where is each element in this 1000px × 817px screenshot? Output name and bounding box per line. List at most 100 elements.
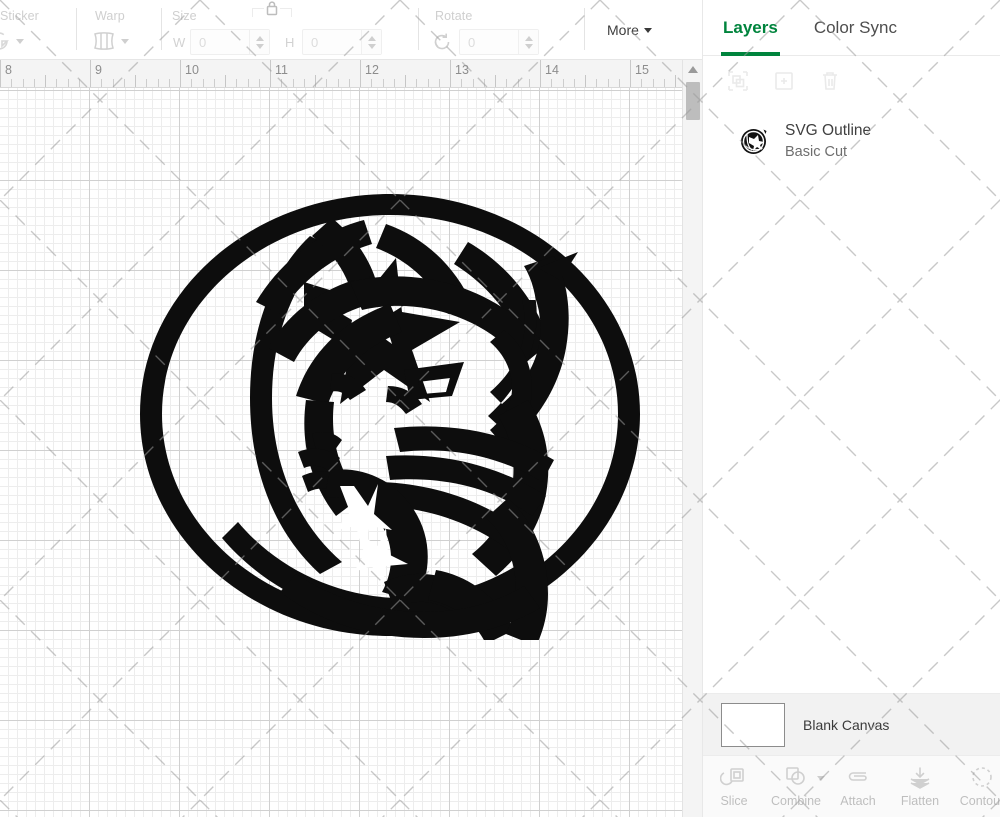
- rotate-field-wrapper[interactable]: [459, 29, 539, 55]
- size-lock-group: [252, 0, 292, 17]
- ruler-minor-tick: [304, 79, 305, 87]
- attach-icon: [844, 762, 872, 792]
- ruler-minor-tick: [259, 79, 260, 87]
- toolbar-divider-2: [161, 8, 162, 50]
- ruler-minor-tick: [551, 79, 552, 87]
- top-toolbar: Sticker Warp Size W 0 H 0 Rotate 0 More: [0, 0, 702, 60]
- tool-flatten-button[interactable]: Flatten: [889, 762, 951, 808]
- width-stepper[interactable]: [249, 30, 269, 54]
- warp-label: Warp: [95, 9, 125, 23]
- horizontal-ruler[interactable]: 8 9 10 11 12 13 14 15: [0, 60, 682, 88]
- tab-color-sync[interactable]: Color Sync: [814, 0, 897, 56]
- ruler-major-tick: [360, 60, 361, 87]
- ruler-minor-tick: [68, 79, 69, 87]
- toolbar-group-sticker: Sticker: [0, 0, 66, 60]
- ruler-minor-tick: [506, 79, 507, 87]
- tool-attach-button[interactable]: Attach: [827, 762, 889, 808]
- height-step-up-icon[interactable]: [367, 35, 376, 41]
- ruler-minor-tick: [281, 79, 282, 87]
- ruler-minor-tick: [383, 79, 384, 87]
- ruler-minor-tick: [203, 79, 204, 87]
- ruler-minor-tick: [158, 79, 159, 87]
- height-step-down-icon[interactable]: [367, 43, 376, 49]
- ruler-minor-tick: [484, 79, 485, 87]
- ruler-minor-tick: [529, 79, 530, 87]
- rotate-step-down-icon[interactable]: [524, 43, 533, 49]
- ruler-minor-tick: [236, 79, 237, 87]
- rotate-step-up-icon[interactable]: [524, 35, 533, 41]
- tool-combine-button[interactable]: Combine: [765, 762, 827, 808]
- ruler-minor-tick: [23, 79, 24, 87]
- lock-icon[interactable]: [264, 0, 280, 17]
- tool-label: Combine: [770, 794, 822, 808]
- rotate-stepper[interactable]: [518, 30, 538, 54]
- ruler-minor-tick: [248, 79, 249, 87]
- rotate-label: Rotate: [435, 9, 473, 23]
- ruler-tick-label: 9: [95, 63, 102, 77]
- combine-chevron-down-icon[interactable]: [817, 776, 825, 781]
- height-field-wrapper[interactable]: [302, 29, 382, 55]
- design-canvas[interactable]: [0, 88, 682, 817]
- ruler-minor-tick: [675, 75, 676, 87]
- sticker-icon[interactable]: [0, 29, 12, 53]
- scrollbar-thumb[interactable]: [686, 82, 700, 120]
- ruler-tick-label: 8: [5, 63, 12, 77]
- ruler-minor-tick: [495, 75, 496, 87]
- ruler-minor-tick: [439, 79, 440, 87]
- height-input[interactable]: [303, 30, 361, 54]
- tab-color-sync-label: Color Sync: [813, 17, 897, 37]
- toolbar-divider-4: [584, 8, 585, 50]
- trash-icon[interactable]: [817, 68, 843, 94]
- ruler-minor-tick: [315, 75, 316, 87]
- width-step-down-icon[interactable]: [255, 43, 264, 49]
- flatten-icon: [906, 762, 934, 792]
- canvas-color-swatch[interactable]: [721, 702, 785, 747]
- ruler-minor-tick: [574, 79, 575, 87]
- tool-contour-button[interactable]: Contour: [951, 762, 1000, 808]
- ruler-minor-tick: [585, 75, 586, 87]
- ruler-minor-tick: [428, 79, 429, 87]
- ruler-major-tick: [630, 60, 631, 87]
- rotate-input[interactable]: [460, 30, 518, 54]
- ruler-minor-tick: [473, 79, 474, 87]
- slice-icon: [720, 762, 748, 792]
- more-button[interactable]: More: [607, 22, 652, 38]
- ruler-tick-label: 11: [275, 63, 288, 77]
- tab-layers[interactable]: Layers: [721, 0, 780, 56]
- duplicate-icon[interactable]: [725, 68, 751, 94]
- ruler-minor-tick: [293, 79, 294, 87]
- ruler-minor-tick: [214, 79, 215, 87]
- sticker-chevron-down-icon[interactable]: [16, 38, 24, 44]
- width-input[interactable]: [191, 30, 249, 54]
- tool-label: Contour: [959, 794, 1000, 808]
- warp-chevron-down-icon[interactable]: [121, 38, 129, 44]
- width-field-wrapper[interactable]: [190, 29, 270, 55]
- width-label: W: [173, 34, 186, 50]
- add-square-icon[interactable]: [771, 68, 797, 94]
- canvas-artwork-wildcat[interactable]: [136, 190, 644, 646]
- ruler-major-tick: [540, 60, 541, 87]
- tool-label: Attach: [840, 794, 876, 808]
- sticker-label: Sticker: [0, 9, 39, 23]
- ruler-minor-tick: [461, 79, 462, 87]
- height-stepper[interactable]: [361, 30, 381, 54]
- ruler-minor-tick: [135, 75, 136, 87]
- layer-subtitle: Basic Cut: [785, 144, 848, 160]
- width-step-up-icon[interactable]: [255, 35, 264, 41]
- more-chevron-down-icon[interactable]: [643, 27, 652, 33]
- scroll-up-triangle-up-icon[interactable]: [688, 66, 698, 73]
- tool-slice-button[interactable]: Slice: [703, 762, 765, 808]
- ruler-tick-label: 10: [185, 63, 199, 77]
- canvas-vertical-scrollbar[interactable]: [682, 60, 702, 817]
- toolbar-divider-1: [76, 8, 77, 50]
- ruler-major-tick: [450, 60, 451, 87]
- tool-label: Slice: [720, 794, 748, 808]
- ruler-minor-tick: [326, 79, 327, 87]
- ruler-major-tick: [270, 60, 271, 87]
- layer-row[interactable]: SVG Outline Basic Cut: [703, 112, 1000, 170]
- rotate-icon[interactable]: [429, 30, 455, 54]
- warp-icon[interactable]: [91, 29, 117, 53]
- blank-canvas-row[interactable]: Blank Canvas: [703, 693, 1000, 755]
- ruler-minor-tick: [641, 79, 642, 87]
- ruler-tick-label: 13: [455, 63, 469, 77]
